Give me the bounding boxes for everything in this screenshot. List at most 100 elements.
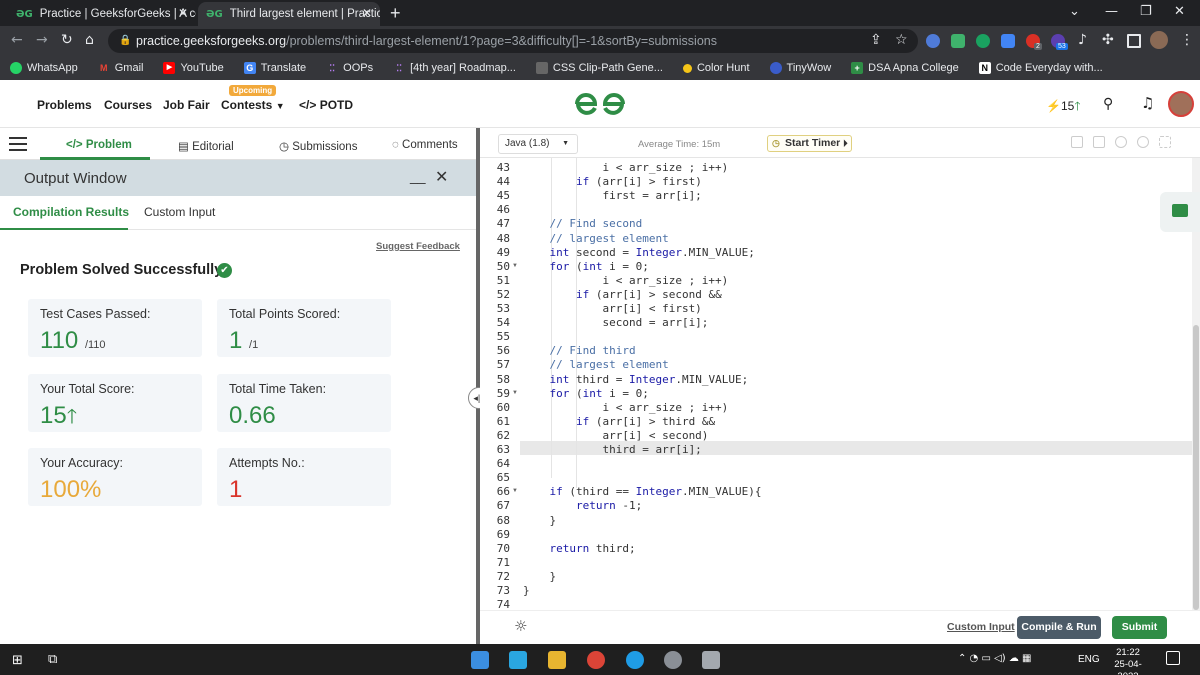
code-line: int second = Integer.MIN_VALUE;	[549, 245, 755, 259]
new-tab-icon[interactable]: +	[390, 3, 401, 24]
streak-value: 15	[1060, 99, 1075, 113]
reload-icon[interactable]: ↻	[61, 32, 73, 48]
settings-gear-icon[interactable]	[664, 651, 682, 669]
minimize-icon[interactable]: —	[1105, 4, 1118, 19]
bookmark-dsa[interactable]: + DSA Apna College	[851, 62, 959, 74]
clock-icon: ◷	[279, 141, 290, 153]
tab-problem[interactable]: </> Problem	[66, 139, 132, 151]
streak-counter[interactable]: ⚡15🡑	[1046, 97, 1081, 118]
submit-button[interactable]: Submit	[1112, 616, 1167, 639]
bell-icon[interactable]: ♫	[1141, 94, 1154, 112]
browser-tab-third-largest[interactable]: ƏG Third largest element | Practice | ✕	[198, 2, 380, 26]
extension-icon[interactable]	[951, 34, 965, 48]
line-number: 49	[496, 245, 510, 259]
tab-compilation-results[interactable]: Compilation Results	[13, 205, 129, 219]
menu-dots-icon[interactable]: ⋮	[1180, 32, 1194, 48]
task-view-icon[interactable]: ⧉	[48, 652, 57, 667]
chat-button[interactable]	[1160, 192, 1200, 232]
close-tab-icon[interactable]: ✕	[362, 6, 372, 20]
extension-icon[interactable]	[926, 34, 940, 48]
tab-editorial[interactable]: ▤ Editorial	[178, 139, 234, 153]
windows-start-icon[interactable]: ⊞	[12, 653, 23, 668]
extension-icon[interactable]	[1001, 34, 1015, 48]
bookmark-whatsapp[interactable]: WhatsApp	[10, 62, 78, 74]
bookmark-oops[interactable]: ⁚⁚ OOPs	[326, 62, 373, 74]
input-language[interactable]: ENG	[1078, 654, 1100, 665]
bookmark-clip-path[interactable]: CSS Clip-Path Gene...	[535, 62, 663, 74]
card-value: 110 /110	[40, 327, 106, 355]
search-icon[interactable]: ⚲	[1103, 96, 1113, 112]
fullscreen-icon[interactable]	[1159, 136, 1171, 148]
fold-arrow-icon[interactable]: ▼	[512, 263, 518, 269]
edge-icon[interactable]	[626, 651, 644, 669]
restore-icon[interactable]: ❐	[1140, 4, 1152, 19]
address-bar[interactable]: 🔒 practice.geeksforgeeks.org/problems/th…	[108, 29, 918, 53]
start-timer-button[interactable]: ◷ Start Timer ⏵	[767, 135, 852, 152]
back-icon[interactable]: ←	[11, 32, 23, 48]
tinywow-icon	[769, 62, 782, 74]
tab-submissions[interactable]: ◷ Submissions	[279, 139, 357, 153]
system-tray[interactable]: ⌃ ◔ ▭ ◁) ☁ ▦	[958, 653, 1032, 664]
settings-icon[interactable]	[1115, 136, 1127, 148]
minimize-icon[interactable]: __	[410, 168, 426, 184]
home-icon[interactable]: ⌂	[85, 32, 94, 48]
fold-arrow-icon[interactable]: ▼	[512, 488, 518, 494]
bookmark-youtube[interactable]: ▶ YouTube	[163, 62, 224, 74]
code-editor[interactable]: 43 44 45 46 47 48 49 50 ▼ 51 52 53 54 55 56 57 58 59 ▼ 60 61…	[480, 158, 1192, 610]
extensions-puzzle-icon[interactable]: ✣	[1102, 32, 1114, 48]
mail-icon[interactable]	[471, 651, 489, 669]
code-line: if (arr[i] > second &&	[575, 287, 722, 301]
file-explorer-icon[interactable]	[548, 651, 566, 669]
bookmark-star-icon[interactable]: ☆	[895, 32, 908, 48]
store-icon[interactable]	[509, 651, 527, 669]
nav-problems[interactable]: Problems	[37, 98, 92, 112]
suggest-feedback-link[interactable]: Suggest Feedback	[376, 241, 460, 252]
bookmark-roadmap[interactable]: ⁚⁚ [4th year] Roadmap...	[393, 62, 516, 74]
tab-comments[interactable]: ◌ Comments	[392, 139, 458, 151]
browser-tab-practice[interactable]: ƏG Practice | GeeksforGeeks | A com ✕	[8, 2, 196, 26]
bookmark-label: Color Hunt	[696, 62, 750, 74]
lightbulb-icon[interactable]: ☼	[514, 617, 527, 635]
bookmark-color-hunt[interactable]: Color Hunt	[682, 62, 750, 74]
side-panel-icon[interactable]	[1127, 34, 1141, 48]
close-icon[interactable]: ✕	[435, 167, 448, 187]
hamburger-icon[interactable]	[9, 137, 27, 151]
close-tab-icon[interactable]: ✕	[178, 6, 188, 20]
reset-icon[interactable]	[1137, 136, 1149, 148]
taskbar-clock[interactable]: 21:2225-04-2023	[1104, 647, 1152, 675]
compile-run-button[interactable]: Compile & Run	[1017, 616, 1101, 639]
card-label: Test Cases Passed:	[40, 307, 151, 321]
bookmark-tinywow[interactable]: TinyWow	[769, 62, 831, 74]
notification-icon[interactable]	[1166, 651, 1180, 665]
custom-input-link[interactable]: Custom Input	[947, 621, 1015, 633]
line-number: 70	[496, 541, 510, 555]
tab-search-icon[interactable]: ⌄	[1069, 4, 1080, 19]
nav-job-fair[interactable]: Job Fair	[163, 98, 210, 112]
extension-badge: 53	[1056, 43, 1068, 50]
nav-potd[interactable]: </> POTD	[299, 98, 353, 112]
nav-contests[interactable]: Contests ▼	[221, 98, 285, 112]
forward-icon[interactable]: →	[36, 32, 48, 48]
code-line: i < arr_size ; i++)	[523, 161, 729, 174]
nav-courses[interactable]: Courses	[104, 98, 152, 112]
app-icon[interactable]	[702, 651, 720, 669]
chrome-icon[interactable]	[587, 651, 605, 669]
language-select[interactable]: Java (1.8) ▼	[498, 134, 578, 154]
bookmark-translate[interactable]: G Translate	[243, 62, 306, 74]
bookmarks-bar: WhatsApp M Gmail ▶ YouTube G Translate ⁚⁚ OO…	[0, 56, 1200, 80]
bookmark-code-everyday[interactable]: N Code Everyday with...	[978, 62, 1103, 74]
share-icon[interactable]: ⇪	[870, 32, 882, 48]
line-number: 67	[496, 499, 510, 513]
fold-arrow-icon[interactable]: ▼	[512, 390, 518, 396]
gfg-logo[interactable]	[573, 90, 627, 118]
bookmark-gmail[interactable]: M Gmail	[98, 62, 143, 74]
extension-icon[interactable]: ♪	[1078, 32, 1087, 48]
tab-custom-input[interactable]: Custom Input	[144, 205, 215, 219]
profile-avatar[interactable]	[1150, 31, 1168, 49]
close-window-icon[interactable]: ✕	[1174, 4, 1185, 19]
editor-scroll-thumb[interactable]	[1193, 325, 1199, 610]
copy-icon[interactable]	[1071, 136, 1083, 148]
grammarly-icon[interactable]	[976, 34, 990, 48]
file-icon[interactable]	[1093, 136, 1105, 148]
avatar[interactable]	[1168, 91, 1194, 117]
